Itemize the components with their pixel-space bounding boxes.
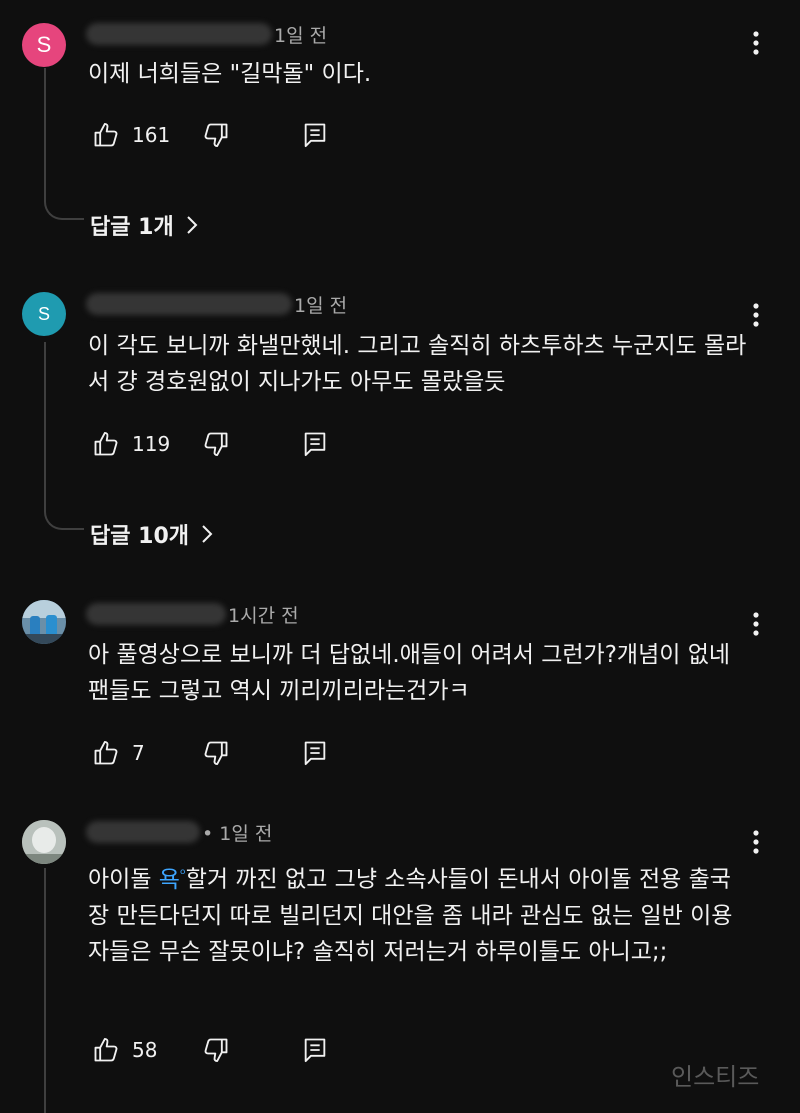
comment-text-before: 아이돌 bbox=[88, 866, 159, 893]
thumbs-down-outline-icon bbox=[204, 1038, 228, 1063]
comment-actions: 119 bbox=[88, 426, 333, 462]
thumbs-down-outline-icon bbox=[204, 123, 228, 148]
reply-button[interactable] bbox=[297, 735, 333, 771]
thumbs-up-outline-icon bbox=[94, 1037, 118, 1062]
mention-text: 욕 bbox=[158, 866, 180, 893]
comment-actions: 161 bbox=[88, 117, 333, 153]
comment-text: 아이돌 욕ᵒ할거 까진 없고 그냥 소속사들이 돈내서 아이돌 전용 출국장 만… bbox=[88, 856, 743, 970]
comment-time: 1시간 전 bbox=[228, 604, 299, 627]
thread-line bbox=[44, 868, 46, 1113]
chevron-right-icon bbox=[186, 216, 198, 234]
like-button[interactable]: 7 bbox=[88, 735, 182, 771]
replies-label: 답글 1개 bbox=[90, 215, 174, 240]
chevron-right-icon bbox=[202, 525, 213, 543]
dislike-button[interactable] bbox=[198, 1032, 234, 1068]
author-name-redacted[interactable] bbox=[86, 603, 226, 625]
avatar-image bbox=[22, 820, 66, 864]
thread-line bbox=[44, 68, 46, 192]
vertical-dots-icon bbox=[753, 303, 759, 327]
comment-meta: 1시간 전 bbox=[86, 598, 299, 630]
avatar-letter: S bbox=[36, 32, 52, 57]
author-name-redacted[interactable] bbox=[86, 821, 200, 843]
comment-time: 1일 전 bbox=[294, 294, 348, 317]
thumbs-up-outline-icon bbox=[94, 740, 118, 765]
like-count: 58 bbox=[132, 1038, 158, 1062]
thread-curve bbox=[44, 192, 84, 220]
thread-curve bbox=[44, 502, 84, 530]
avatar-image bbox=[22, 600, 66, 644]
comment-reply-icon bbox=[304, 123, 326, 148]
comment-reply-icon bbox=[304, 1038, 326, 1063]
comment-meta: • 1일 전 bbox=[86, 816, 272, 848]
like-count: 119 bbox=[132, 432, 171, 456]
like-button[interactable]: 58 bbox=[88, 1032, 182, 1068]
thread-line bbox=[44, 342, 46, 502]
comment-reply-icon bbox=[304, 432, 326, 457]
watermark: 인스티즈 bbox=[671, 1063, 760, 1091]
replies-label: 답글 10개 bbox=[90, 524, 189, 549]
thumbs-up-outline-icon bbox=[94, 431, 118, 456]
thumbs-down-outline-icon bbox=[204, 741, 228, 766]
vertical-dots-icon bbox=[753, 830, 759, 854]
dislike-button[interactable] bbox=[198, 117, 234, 153]
reply-button[interactable] bbox=[297, 426, 333, 462]
thumbs-down-outline-icon bbox=[204, 432, 228, 457]
comment-time: • 1일 전 bbox=[202, 822, 273, 845]
vertical-dots-icon bbox=[753, 612, 759, 636]
comment-actions: 7 bbox=[88, 735, 333, 771]
like-count: 7 bbox=[132, 741, 145, 765]
avatar[interactable]: S bbox=[22, 23, 66, 67]
comment-actions: 58 bbox=[88, 1032, 333, 1068]
like-count: 161 bbox=[132, 123, 171, 147]
avatar-letter: S bbox=[37, 303, 50, 324]
comment-time: 1일 전 bbox=[274, 24, 328, 47]
like-button[interactable]: 119 bbox=[88, 426, 182, 462]
author-name-redacted[interactable] bbox=[86, 23, 272, 45]
view-replies-link[interactable]: 답글 1개 bbox=[90, 208, 198, 242]
comment-text: 이제 너희들은 "길막돌" 이다. bbox=[88, 61, 372, 87]
vertical-dots-icon bbox=[753, 31, 759, 55]
thumbs-up-outline-icon bbox=[94, 122, 118, 147]
avatar[interactable]: S bbox=[22, 292, 66, 336]
dislike-button[interactable] bbox=[198, 735, 234, 771]
comment-meta: 1일 전 bbox=[86, 288, 347, 320]
profanity-search-link[interactable]: 욕ᵒ bbox=[158, 866, 186, 893]
reply-button[interactable] bbox=[297, 117, 333, 153]
comment-reply-icon bbox=[304, 741, 326, 766]
more-options-button[interactable] bbox=[738, 824, 774, 860]
view-replies-link[interactable]: 답글 10개 bbox=[90, 517, 213, 551]
reply-button[interactable] bbox=[297, 1032, 333, 1068]
comment-meta: 1일 전 bbox=[86, 18, 327, 50]
dislike-button[interactable] bbox=[198, 426, 234, 462]
comment-text: 아 풀영상으로 보니까 더 답없네.애들이 어려서 그런가?개념이 없네 팬들도… bbox=[88, 642, 731, 704]
like-button[interactable]: 161 bbox=[88, 117, 182, 153]
author-name-redacted[interactable] bbox=[86, 293, 292, 315]
comment-text: 이 각도 보니까 화낼만했네. 그리고 솔직히 하츠투하츠 누군지도 몰라서 걍… bbox=[88, 333, 747, 395]
avatar[interactable] bbox=[22, 820, 66, 864]
avatar[interactable] bbox=[22, 600, 66, 644]
